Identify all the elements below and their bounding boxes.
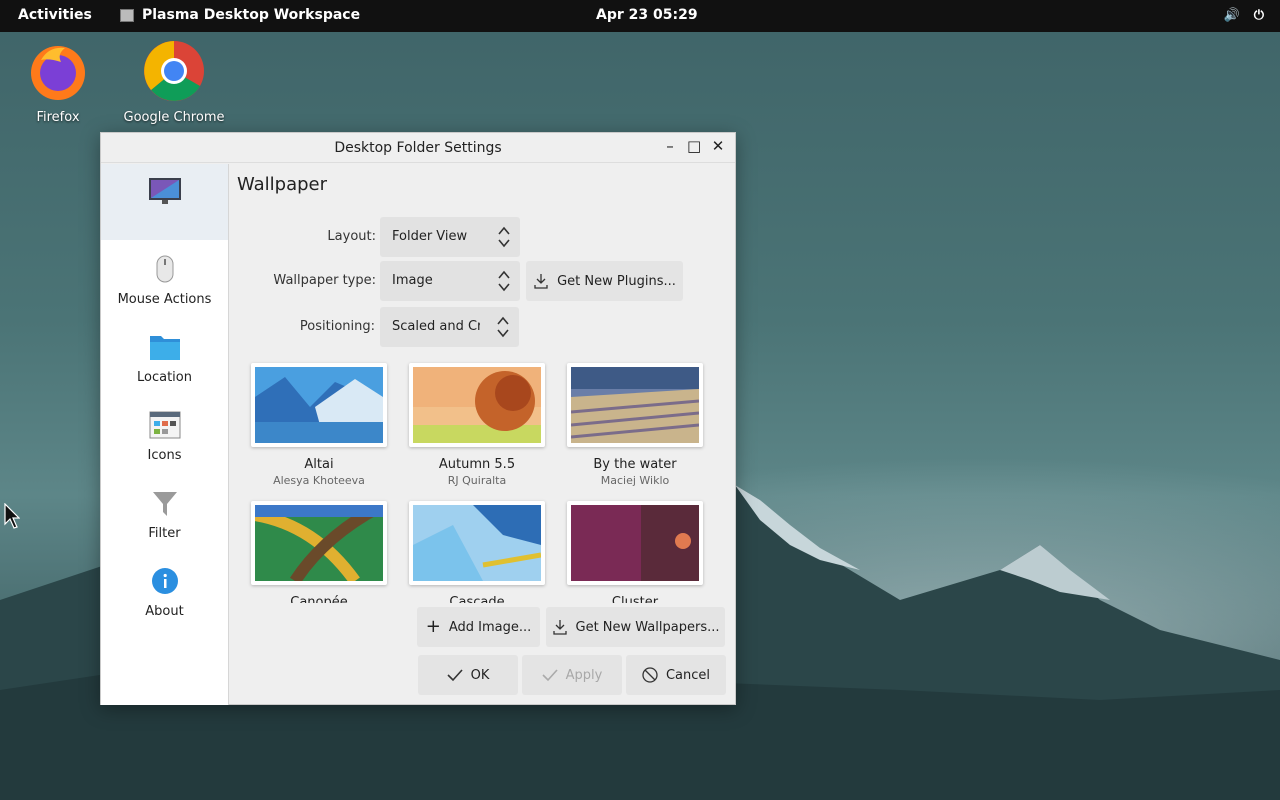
icons-icon bbox=[149, 411, 180, 439]
sidebar-item-label: Icons bbox=[147, 448, 182, 463]
sidebar-item-mouse-actions[interactable]: Mouse Actions bbox=[101, 254, 228, 307]
wallpaper-thumb-cluster[interactable] bbox=[567, 501, 703, 585]
updown-arrows-icon bbox=[498, 270, 510, 292]
updown-arrows-icon bbox=[497, 316, 509, 338]
wallpaper-name: Canopée bbox=[290, 595, 348, 603]
settings-window: Desktop Folder Settings – □ ✕ Mouse Acti… bbox=[100, 132, 736, 705]
wallpaper-thumb-by-the-water[interactable]: By the water Maciej Wiklo bbox=[567, 363, 703, 487]
wallpaper-name: By the water bbox=[593, 457, 677, 472]
apply-button[interactable]: Apply bbox=[522, 655, 622, 695]
maximize-icon[interactable]: □ bbox=[687, 137, 701, 155]
get-new-plugins-button[interactable]: Get New Plugins... bbox=[526, 261, 683, 301]
wallpaper-name: Cluster bbox=[611, 595, 659, 603]
add-image-button[interactable]: + Add Image... bbox=[417, 607, 540, 647]
system-tray[interactable]: 🔊 ⏻ bbox=[1224, 8, 1264, 23]
settings-sidebar: Mouse Actions Location Icons Filter Abou… bbox=[101, 164, 229, 705]
updown-arrows-icon bbox=[498, 226, 510, 248]
wallpaper-thumb-altai[interactable]: Altai Alesya Khoteeva bbox=[251, 363, 387, 487]
window-titlebar[interactable]: Desktop Folder Settings – □ ✕ bbox=[101, 133, 735, 163]
positioning-value: Scaled and Crop bbox=[392, 319, 480, 334]
minimize-icon[interactable]: – bbox=[663, 137, 677, 155]
wallpaper-thumb-autumn[interactable]: Autumn 5.5 RJ Quiralta bbox=[409, 363, 545, 487]
active-app-title: Plasma Desktop Workspace bbox=[142, 7, 361, 23]
cancel-icon bbox=[642, 667, 658, 683]
desktop-icon-firefox[interactable]: Firefox bbox=[3, 40, 113, 125]
ok-button[interactable]: OK bbox=[418, 655, 518, 695]
power-icon[interactable]: ⏻ bbox=[1254, 8, 1264, 23]
wallpaper-preview bbox=[413, 367, 541, 443]
positioning-label: Positioning: bbox=[299, 319, 375, 334]
wallpaper-author: RJ Quiralta bbox=[447, 474, 507, 487]
wallpaper-preview bbox=[413, 505, 542, 581]
sidebar-item-label: Mouse Actions bbox=[117, 292, 212, 307]
sidebar-item-about[interactable]: About bbox=[101, 566, 228, 619]
volume-icon[interactable]: 🔊 bbox=[1224, 8, 1240, 23]
sidebar-item-filter[interactable]: Filter bbox=[101, 488, 228, 541]
app-icon bbox=[120, 8, 134, 22]
top-panel: Activities Plasma Desktop Workspace Apr … bbox=[0, 0, 1280, 32]
layout-label: Layout: bbox=[327, 229, 376, 244]
wallpaper-name: Altai bbox=[304, 457, 334, 472]
desktop-icon-label: Google Chrome bbox=[123, 110, 225, 125]
chrome-icon bbox=[144, 41, 204, 101]
wallpaper-thumb-cascade[interactable] bbox=[409, 501, 545, 585]
wallpaper-author: Alesya Khoteeva bbox=[273, 474, 365, 487]
sidebar-item-location[interactable]: Location bbox=[101, 332, 228, 385]
sidebar-item-icons[interactable]: Icons bbox=[101, 410, 228, 463]
cancel-button[interactable]: Cancel bbox=[626, 655, 726, 695]
active-app[interactable]: Plasma Desktop Workspace bbox=[120, 7, 360, 23]
monitor-icon bbox=[148, 178, 181, 204]
wallpaper-type-value: Image bbox=[392, 273, 433, 288]
sidebar-item-label: Filter bbox=[148, 526, 181, 541]
wallpaper-preview bbox=[570, 367, 700, 443]
wallpaper-type-select[interactable]: Image bbox=[380, 261, 520, 301]
sidebar-item-label: Location bbox=[137, 370, 192, 385]
layout-select[interactable]: Folder View bbox=[380, 217, 520, 257]
wallpaper-name: Cascade bbox=[449, 595, 505, 603]
clock[interactable]: Apr 23 05:29 bbox=[596, 7, 698, 23]
wallpaper-type-label: Wallpaper type: bbox=[273, 273, 376, 288]
filter-icon bbox=[152, 492, 177, 516]
sidebar-item-label: About bbox=[145, 604, 184, 619]
wallpaper-name-row: Canopée Cascade Cluster bbox=[251, 595, 751, 603]
wallpaper-name: Autumn 5.5 bbox=[438, 457, 516, 472]
add-image-label: Add Image... bbox=[448, 619, 532, 635]
activities-button[interactable]: Activities bbox=[18, 7, 92, 23]
download-icon bbox=[534, 274, 548, 289]
wallpaper-preview bbox=[571, 505, 699, 581]
layout-value: Folder View bbox=[392, 229, 468, 244]
sidebar-item-wallpaper[interactable] bbox=[101, 164, 228, 240]
ok-label: OK bbox=[470, 667, 490, 683]
apply-label: Apply bbox=[565, 667, 603, 683]
wallpaper-thumb-canopee[interactable] bbox=[251, 499, 387, 585]
checkmark-icon bbox=[447, 669, 463, 682]
wallpaper-preview bbox=[255, 367, 383, 443]
desktop-icon-chrome[interactable]: Google Chrome bbox=[119, 40, 229, 125]
cancel-label: Cancel bbox=[665, 667, 711, 683]
close-icon[interactable]: ✕ bbox=[711, 137, 725, 155]
mouse-cursor-icon bbox=[4, 503, 20, 529]
page-title: Wallpaper bbox=[237, 174, 328, 195]
desktop-icon-label: Firefox bbox=[36, 110, 80, 125]
settings-content: Wallpaper Layout: Folder View Wallpaper … bbox=[230, 164, 736, 705]
folder-icon bbox=[149, 336, 180, 360]
checkmark-icon bbox=[542, 669, 558, 682]
get-new-plugins-label: Get New Plugins... bbox=[557, 273, 676, 289]
mouse-icon bbox=[156, 255, 173, 283]
firefox-icon bbox=[31, 46, 85, 100]
window-title: Desktop Folder Settings bbox=[334, 140, 502, 156]
wallpaper-author: Maciej Wiklo bbox=[600, 474, 670, 487]
get-new-wallpapers-button[interactable]: Get New Wallpapers... bbox=[546, 607, 725, 647]
plus-icon: + bbox=[425, 616, 441, 637]
download-icon bbox=[552, 620, 567, 635]
positioning-select[interactable]: Scaled and Crop bbox=[380, 307, 519, 347]
get-new-wallpapers-label: Get New Wallpapers... bbox=[575, 619, 720, 635]
wallpaper-preview bbox=[253, 499, 386, 585]
info-icon bbox=[151, 568, 178, 594]
